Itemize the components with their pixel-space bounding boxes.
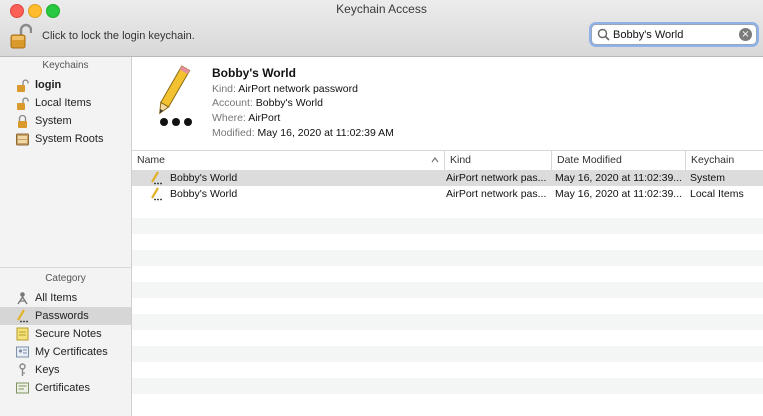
sidebar-divider [0, 267, 131, 268]
minimize-window-button[interactable] [28, 4, 42, 18]
zoom-window-button[interactable] [46, 4, 60, 18]
column-header-keychain[interactable]: Keychain [686, 151, 763, 170]
password-pencil-icon [159, 65, 192, 126]
people-icon [17, 292, 28, 305]
search-field[interactable]: × [591, 24, 757, 45]
table-row[interactable]: Bobby's World AirPort network pas... May… [132, 186, 763, 202]
items-table: Name Kind Date Modified Keychain Bobby's… [132, 150, 763, 416]
cell-date-modified: May 16, 2020 at 11:02:39... [555, 188, 683, 200]
table-row[interactable]: Bobby's World AirPort network pas... May… [132, 170, 763, 186]
sidebar-item-system-roots[interactable]: System Roots [0, 130, 131, 148]
cell-keychain: Local Items [690, 188, 744, 200]
sidebar-item-login[interactable]: login [0, 76, 131, 94]
empty-row-stripe [132, 250, 763, 266]
empty-row-stripe [132, 378, 763, 394]
cell-name: Bobby's World [170, 172, 238, 184]
clear-search-icon[interactable]: × [739, 28, 752, 41]
table-header: Name Kind Date Modified Keychain [132, 150, 763, 171]
kind-row: Kind: AirPort network password [212, 83, 358, 95]
sidebar-item-all-items[interactable]: All Items [0, 289, 131, 307]
pencil-dots-icon [151, 187, 162, 201]
empty-row-stripe [132, 218, 763, 234]
modified-label: Modified: [212, 127, 255, 139]
unlocked-padlock-icon [17, 97, 29, 110]
sidebar-item-keys[interactable]: Keys [0, 361, 131, 379]
lock-keychain-label[interactable]: Click to lock the login keychain. [42, 30, 195, 42]
where-row: Where: AirPort [212, 112, 280, 124]
column-header-kind[interactable]: Kind [445, 151, 552, 170]
where-value: AirPort [248, 112, 281, 124]
cell-keychain: System [690, 172, 726, 184]
search-input[interactable] [613, 26, 731, 43]
keychains-header: Keychains [42, 60, 89, 71]
empty-row-stripe [132, 346, 763, 362]
sidebar-item-label: Keys [35, 364, 60, 376]
empty-row-stripe [132, 282, 763, 298]
cell-name: Bobby's World [170, 188, 238, 200]
column-header-date-modified[interactable]: Date Modified [552, 151, 686, 170]
cell-date-modified: May 16, 2020 at 11:02:39... [555, 172, 683, 184]
sidebar-item-label: Certificates [35, 382, 91, 394]
window-title: Keychain Access [336, 2, 427, 16]
sidebar-item-label: My Certificates [35, 346, 108, 358]
cell-kind: AirPort network pas... [446, 188, 547, 200]
sidebar-item-label: login [35, 79, 62, 91]
pencil-dots-icon [151, 171, 162, 185]
where-label: Where: [212, 112, 246, 124]
sidebar-item-label: Secure Notes [35, 328, 102, 340]
cell-kind: AirPort network pas... [446, 172, 547, 184]
empty-row-stripe [132, 314, 763, 330]
modified-row: Modified: May 16, 2020 at 11:02:39 AM [212, 127, 394, 139]
account-value: Bobby's World [255, 97, 323, 109]
account-row: Account: Bobby's World [212, 97, 323, 109]
sidebar-item-my-certificates[interactable]: My Certificates [0, 343, 131, 361]
sidebar-item-label: Passwords [35, 310, 89, 322]
keychain-access-window: Keychain Access Click to lock the login … [0, 0, 763, 416]
item-detail-panel: Bobby's World Kind: AirPort network pass… [132, 57, 763, 149]
sidebar-item-system[interactable]: System [0, 112, 131, 130]
column-header-name[interactable]: Name [132, 151, 445, 170]
sidebar-item-local-items[interactable]: Local Items [0, 94, 131, 112]
certificate-person-icon [16, 346, 29, 358]
category-header: Category [45, 273, 86, 284]
pencil-dots-icon [17, 309, 28, 323]
padlock-icon [18, 114, 27, 128]
unlocked-padlock-icon[interactable] [10, 22, 33, 50]
note-icon [16, 327, 29, 341]
sidebar-item-passwords[interactable]: Passwords [0, 307, 131, 325]
unlocked-padlock-icon [17, 79, 29, 92]
item-name: Bobby's World [212, 66, 296, 80]
modified-value: May 16, 2020 at 11:02:39 AM [257, 127, 394, 139]
certificate-icon [16, 382, 29, 394]
kind-value: AirPort network password [238, 83, 358, 95]
cabinet-icon [16, 133, 29, 146]
toolbar: Keychain Access Click to lock the login … [0, 0, 763, 57]
account-label: Account: [212, 97, 253, 109]
sidebar-item-label: System [35, 115, 72, 127]
close-window-button[interactable] [10, 4, 24, 18]
sidebar-item-label: All Items [35, 292, 78, 304]
sidebar-item-secure-notes[interactable]: Secure Notes [0, 325, 131, 343]
sidebar-item-label: Local Items [35, 97, 92, 109]
key-icon [19, 363, 26, 376]
sidebar-item-label: System Roots [35, 133, 104, 145]
sidebar-item-certificates[interactable]: Certificates [0, 379, 131, 397]
sort-ascending-icon [431, 157, 439, 163]
kind-label: Kind: [212, 83, 236, 95]
search-icon [597, 28, 610, 41]
sidebar: Keychains login Local Items System Syste… [0, 57, 132, 416]
